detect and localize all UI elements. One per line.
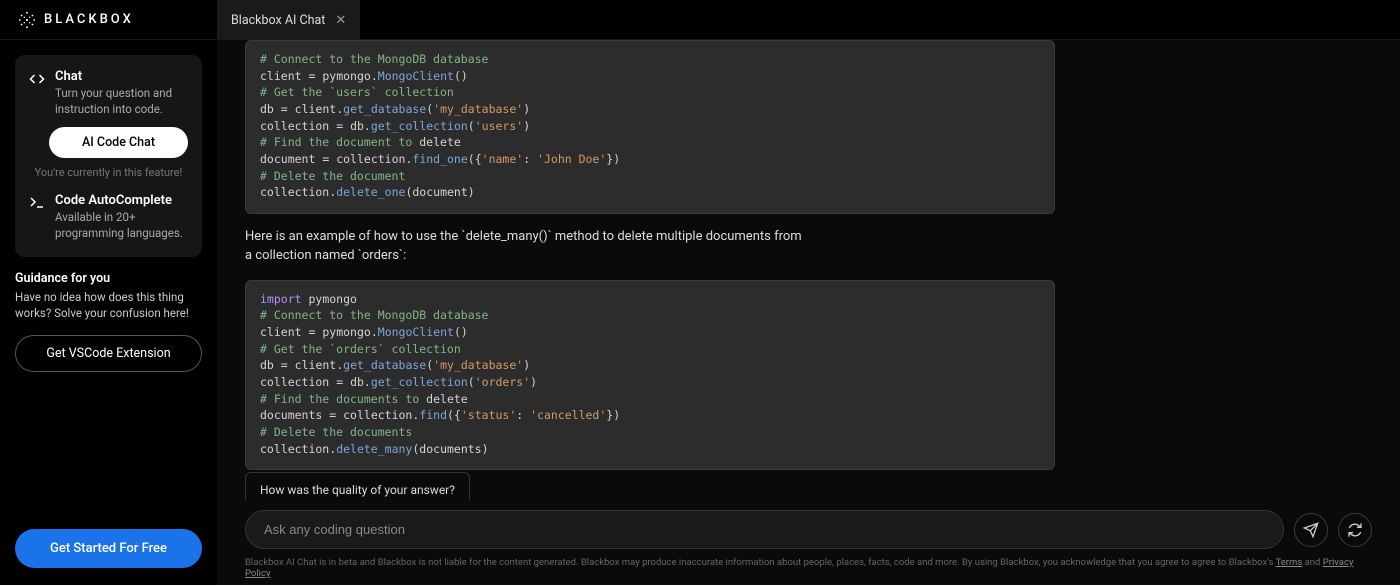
assistant-prose: Here is an example of how to use the `de… — [245, 228, 805, 266]
guidance-title: Guidance for you — [15, 271, 202, 286]
get-extension-button[interactable]: Get VSCode Extension — [15, 335, 202, 372]
feature-title: Code AutoComplete — [55, 193, 188, 208]
brand-area: BLACKBOX — [0, 11, 217, 29]
feature-title: Chat — [55, 69, 188, 84]
header-bar: BLACKBOX Blackbox AI Chat ✕ — [0, 0, 1400, 40]
terminal-icon — [29, 193, 45, 211]
feedback-box: How was the quality of your answer? — [245, 472, 470, 500]
chat-input[interactable] — [245, 510, 1284, 549]
current-feature-text: You're currently in this feature! — [29, 166, 188, 179]
feature-chat[interactable]: Chat Turn your question and instruction … — [29, 69, 188, 117]
main-pane: # Connect to the MongoDB database client… — [217, 40, 1400, 585]
feature-desc: Available in 20+ programming languages. — [55, 210, 188, 241]
feature-card: Chat Turn your question and instruction … — [15, 55, 202, 257]
get-started-button[interactable]: Get Started For Free — [15, 529, 202, 568]
send-button[interactable] — [1294, 513, 1328, 547]
tab-bar: Blackbox AI Chat ✕ — [217, 0, 360, 40]
feedback-question: How was the quality of your answer? — [260, 483, 455, 497]
input-bar — [217, 500, 1400, 555]
brand-text: BLACKBOX — [44, 12, 134, 27]
ai-code-chat-button[interactable]: AI Code Chat — [49, 127, 188, 158]
disclaimer: Blackbox AI Chat is in beta and Blackbox… — [217, 555, 1400, 585]
feature-desc: Turn your question and instruction into … — [55, 86, 188, 117]
chat-content: # Connect to the MongoDB database client… — [217, 40, 1400, 500]
close-icon[interactable]: ✕ — [335, 13, 346, 28]
tab-chat[interactable]: Blackbox AI Chat ✕ — [217, 0, 360, 40]
tab-label: Blackbox AI Chat — [231, 13, 325, 28]
code-icon — [29, 69, 45, 87]
terms-link[interactable]: Terms — [1276, 557, 1303, 568]
guidance-block: Guidance for you Have no idea how does t… — [15, 271, 202, 372]
code-block[interactable]: import pymongo # Connect to the MongoDB … — [245, 280, 1055, 471]
sidebar: Chat Turn your question and instruction … — [0, 40, 217, 585]
logo-icon — [18, 11, 36, 29]
guidance-desc: Have no idea how does this thing works? … — [15, 290, 202, 321]
refresh-button[interactable] — [1338, 513, 1372, 547]
feature-autocomplete[interactable]: Code AutoComplete Available in 20+ progr… — [29, 193, 188, 241]
code-block[interactable]: # Connect to the MongoDB database client… — [245, 40, 1055, 214]
